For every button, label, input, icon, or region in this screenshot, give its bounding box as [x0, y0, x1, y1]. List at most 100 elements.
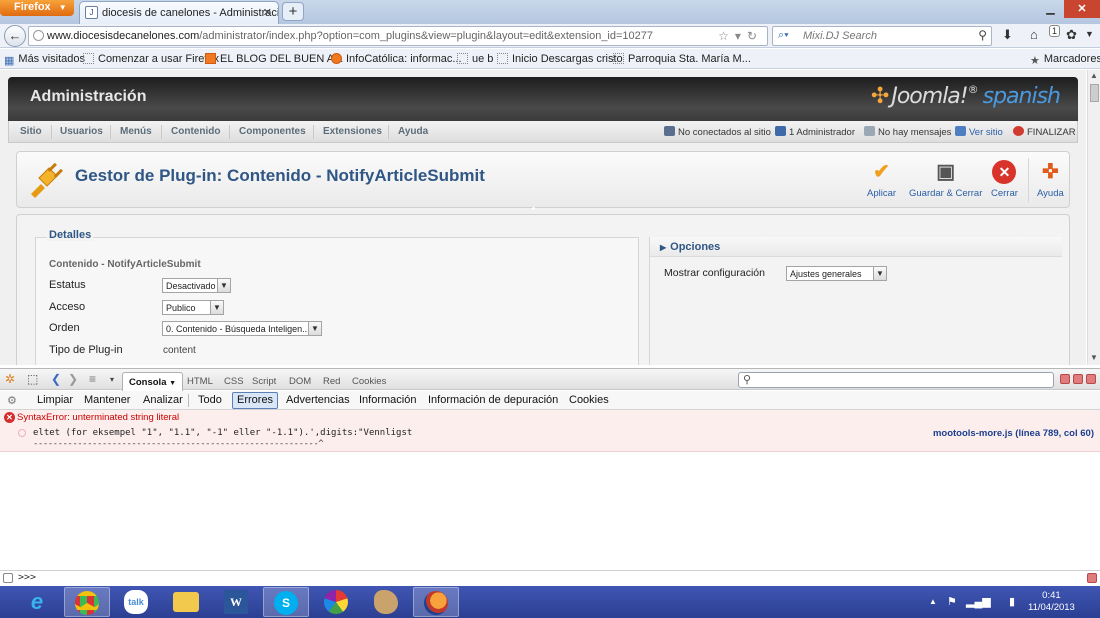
- save-close-button[interactable]: ▣ Guardar & Cerrar: [909, 160, 982, 199]
- bookmark-item[interactable]: InfoCatólica: informac...: [331, 53, 462, 65]
- filter-cookies[interactable]: Cookies: [569, 394, 609, 406]
- logout-link[interactable]: FINALIZAR: [1013, 126, 1076, 138]
- scroll-down-icon[interactable]: ▼: [1090, 353, 1098, 362]
- filter-warnings[interactable]: Advertencias: [286, 394, 350, 406]
- menu-chevron-icon[interactable]: ▼: [1085, 29, 1094, 39]
- search-icon[interactable]: ⚲: [978, 28, 987, 42]
- taskbar-clock[interactable]: 0:41 11/04/2013: [1028, 590, 1075, 614]
- tab-css[interactable]: CSS: [224, 376, 244, 387]
- menu-item-ayuda[interactable]: Ayuda: [398, 126, 428, 137]
- gtalk-taskbar-icon[interactable]: talk: [113, 587, 159, 617]
- tab-consola[interactable]: Consola ▼: [122, 372, 184, 391]
- options-toggle[interactable]: ▶ Opciones: [650, 237, 1062, 257]
- detach-icon[interactable]: [1073, 374, 1083, 384]
- menu-item-menus[interactable]: Menús: [120, 126, 152, 137]
- menu-item-contenido[interactable]: Contenido: [171, 126, 220, 137]
- history-dropdown-icon[interactable]: ▾: [735, 29, 747, 43]
- apply-button[interactable]: ✔ Aplicar: [867, 160, 896, 199]
- browser-tab-active[interactable]: J diocesis de canelones - Administración…: [79, 1, 279, 24]
- bookmark-item[interactable]: Comenzar a usar Firefox: [83, 53, 219, 65]
- bookmark-item[interactable]: ue b: [457, 53, 493, 65]
- tab-script[interactable]: Script: [252, 376, 276, 387]
- view-site-link[interactable]: Ver sitio: [955, 126, 1003, 138]
- bookmark-item[interactable]: Parroquia Sta. María M...: [613, 53, 751, 65]
- firefox-menu-button[interactable]: Firefox ▼: [0, 0, 74, 16]
- flag-icon[interactable]: ⚑: [947, 595, 957, 608]
- filter-errors[interactable]: Errores: [232, 392, 279, 409]
- explorer-taskbar-icon[interactable]: [163, 587, 209, 617]
- tab-red[interactable]: Red: [323, 376, 340, 387]
- filter-all[interactable]: Todo: [198, 394, 222, 406]
- bookmark-item[interactable]: EL BLOG DEL BUEN A...: [205, 53, 343, 65]
- paint-taskbar-icon[interactable]: [363, 587, 409, 617]
- status-select[interactable]: Desactivado ▼: [162, 278, 231, 293]
- profile-button[interactable]: Analizar: [143, 394, 183, 406]
- tray-expand-icon[interactable]: ▲: [929, 597, 937, 606]
- close-button[interactable]: ✕ Cerrar: [991, 160, 1018, 199]
- url-bar[interactable]: www.diocesisdecanelones.com/administrato…: [28, 26, 768, 46]
- picasa-taskbar-icon[interactable]: [313, 587, 359, 617]
- console-command-line[interactable]: >>>: [0, 570, 1100, 586]
- menu-item-componentes[interactable]: Componentes: [239, 126, 306, 137]
- tab-cookies[interactable]: Cookies: [352, 376, 386, 387]
- minimize-icon[interactable]: ▁: [1037, 0, 1064, 18]
- persist-button[interactable]: Mantener: [84, 394, 130, 406]
- filter-info[interactable]: Información: [359, 394, 416, 406]
- battery-icon[interactable]: ▮: [1009, 595, 1015, 608]
- firefox-icon: [424, 591, 448, 616]
- new-tab-button[interactable]: +: [282, 2, 304, 21]
- blogger-icon: [205, 53, 216, 64]
- firebug-search-input[interactable]: ⚲: [738, 372, 1054, 388]
- window-close-button[interactable]: ✕: [1064, 0, 1100, 18]
- back-arrow-icon[interactable]: ←: [4, 25, 26, 47]
- command-editor-icon[interactable]: [3, 573, 13, 583]
- reload-icon[interactable]: ↻: [747, 29, 763, 43]
- search-engine-icon[interactable]: ⌕▾: [778, 29, 789, 42]
- expand-bullet-icon[interactable]: [18, 429, 26, 437]
- help-button[interactable]: ✜ Ayuda: [1037, 160, 1064, 199]
- volume-icon[interactable]: 🔈︎: [987, 595, 994, 608]
- firefox-taskbar-icon[interactable]: [413, 587, 459, 617]
- back-arrow-icon[interactable]: ❮: [51, 372, 61, 386]
- filter-debug-info[interactable]: Información de depuración: [428, 394, 558, 406]
- download-icon[interactable]: ⬇: [1002, 27, 1013, 43]
- menu-item-sitio[interactable]: Sitio: [20, 126, 42, 137]
- scroll-thumb[interactable]: [1090, 84, 1099, 102]
- word-taskbar-icon[interactable]: W: [213, 587, 259, 617]
- ie-taskbar-icon[interactable]: e: [14, 587, 60, 617]
- notification-badge[interactable]: 1: [1049, 25, 1061, 37]
- minimize-icon[interactable]: [1060, 374, 1070, 384]
- show-config-select[interactable]: Ajustes generales ▼: [786, 266, 887, 281]
- clear-button[interactable]: Limpiar: [37, 394, 73, 406]
- inspect-icon[interactable]: ⬚: [27, 372, 38, 386]
- expand-editor-icon[interactable]: [1087, 573, 1097, 583]
- status-messages[interactable]: No hay mensajes: [864, 126, 951, 138]
- bookmark-star-icon[interactable]: ☆: [718, 29, 735, 43]
- page-scrollbar[interactable]: ▲ ▼: [1087, 70, 1100, 365]
- tab-close-icon[interactable]: ✕: [263, 6, 272, 19]
- bookmarks-menu[interactable]: ★ Marcadores: [1030, 53, 1100, 67]
- chrome-taskbar-icon[interactable]: [64, 587, 110, 617]
- bookmark-item[interactable]: Inicio Descargas cristo: [497, 53, 623, 65]
- panel-menu-icon[interactable]: ▾: [110, 375, 114, 384]
- order-select[interactable]: 0. Contenido - Búsqueda Inteligen... ▼: [162, 321, 322, 336]
- forward-arrow-icon[interactable]: ❯: [68, 372, 78, 386]
- menu-item-extensiones[interactable]: Extensiones: [323, 126, 382, 137]
- list-icon[interactable]: ≡: [89, 372, 96, 386]
- access-select[interactable]: Publico ▼: [162, 300, 224, 315]
- console-error-row[interactable]: ✕ SyntaxError: unterminated string liter…: [0, 410, 1100, 452]
- close-icon[interactable]: [1086, 374, 1096, 384]
- error-source-link[interactable]: mootools-more.js (línea 789, col 60): [933, 428, 1094, 439]
- settings-icon[interactable]: ⚙: [7, 394, 17, 407]
- search-input[interactable]: ⌕▾ Mixi.DJ Search ⚲: [772, 26, 992, 46]
- addon-icon[interactable]: ✿: [1066, 27, 1077, 43]
- skype-taskbar-icon[interactable]: S: [263, 587, 309, 617]
- tab-dom[interactable]: DOM: [289, 376, 311, 387]
- bookmark-item[interactable]: ▦ Más visitados: [4, 53, 85, 67]
- site-favicon-icon: J: [85, 6, 98, 19]
- home-icon[interactable]: ⌂: [1030, 27, 1038, 42]
- firebug-icon[interactable]: ✲: [5, 372, 15, 386]
- tab-html[interactable]: HTML: [187, 376, 213, 387]
- menu-item-usuarios[interactable]: Usuarios: [60, 126, 103, 137]
- scroll-up-icon[interactable]: ▲: [1090, 71, 1098, 80]
